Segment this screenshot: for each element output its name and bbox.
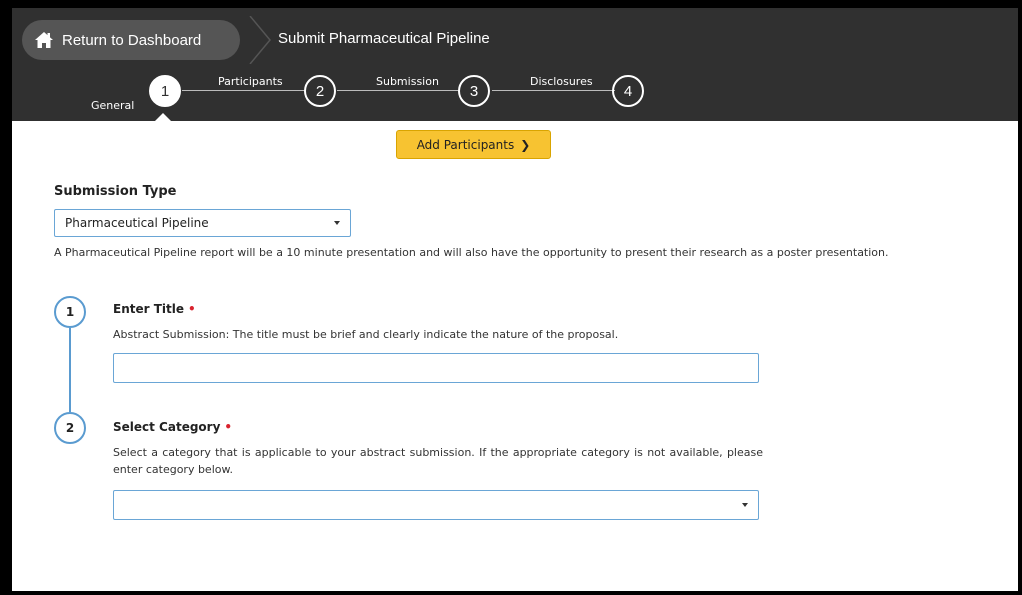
title-input[interactable] xyxy=(113,353,759,383)
enter-title-text: Enter Title xyxy=(113,302,184,316)
required-indicator: • xyxy=(188,302,196,316)
step-2-circle[interactable]: 2 xyxy=(304,75,336,107)
enter-title-label: Enter Title • xyxy=(113,302,196,316)
window-frame-right xyxy=(1018,0,1022,595)
return-to-dashboard-button[interactable]: Return to Dashboard xyxy=(22,20,240,60)
progress-stepper: General 1 Participants 2 Submission 3 Di… xyxy=(12,70,712,122)
submission-type-label: Submission Type xyxy=(54,184,177,199)
field-1-number: 1 xyxy=(54,296,86,328)
dropdown-caret-icon xyxy=(334,221,340,225)
header-bar: Return to Dashboard Submit Pharmaceutica… xyxy=(12,8,1018,122)
window-frame-bottom xyxy=(0,591,1022,595)
select-category-label: Select Category • xyxy=(113,420,232,434)
submission-type-select[interactable]: Pharmaceutical Pipeline xyxy=(54,209,351,237)
home-icon xyxy=(35,32,53,48)
field-step-connector xyxy=(69,328,71,412)
breadcrumb-separator-icon xyxy=(249,16,271,64)
add-participants-button[interactable]: Add Participants ❯ xyxy=(396,130,551,159)
step-label-general[interactable]: General xyxy=(91,99,134,112)
required-indicator: • xyxy=(224,420,233,434)
add-participants-label: Add Participants xyxy=(416,137,515,152)
category-select[interactable] xyxy=(113,490,759,520)
step-connector xyxy=(182,90,305,91)
chevron-right-icon: ❯ xyxy=(520,137,531,152)
page-title: Submit Pharmaceutical Pipeline xyxy=(278,30,490,47)
field-2-number: 2 xyxy=(54,412,86,444)
select-category-description: Select a category that is applicable to … xyxy=(113,446,763,476)
step-1-circle[interactable]: 1 xyxy=(149,75,181,107)
window-frame-top xyxy=(0,0,1022,8)
enter-title-description: Abstract Submission: The title must be b… xyxy=(113,328,619,341)
step-4-circle[interactable]: 4 xyxy=(612,75,644,107)
active-step-pointer xyxy=(154,113,172,122)
dropdown-caret-icon xyxy=(742,503,748,507)
window-frame-left xyxy=(0,0,12,595)
step-label-disclosures[interactable]: Disclosures xyxy=(530,75,593,88)
step-label-submission[interactable]: Submission xyxy=(376,75,439,88)
step-label-participants[interactable]: Participants xyxy=(218,75,283,88)
return-to-dashboard-label: Return to Dashboard xyxy=(62,31,202,49)
step-connector xyxy=(492,90,615,91)
submission-type-description: A Pharmaceutical Pipeline report will be… xyxy=(54,246,889,259)
submission-type-value: Pharmaceutical Pipeline xyxy=(65,216,209,230)
step-3-circle[interactable]: 3 xyxy=(458,75,490,107)
step-connector xyxy=(337,90,460,91)
select-category-text: Select Category xyxy=(113,420,221,434)
